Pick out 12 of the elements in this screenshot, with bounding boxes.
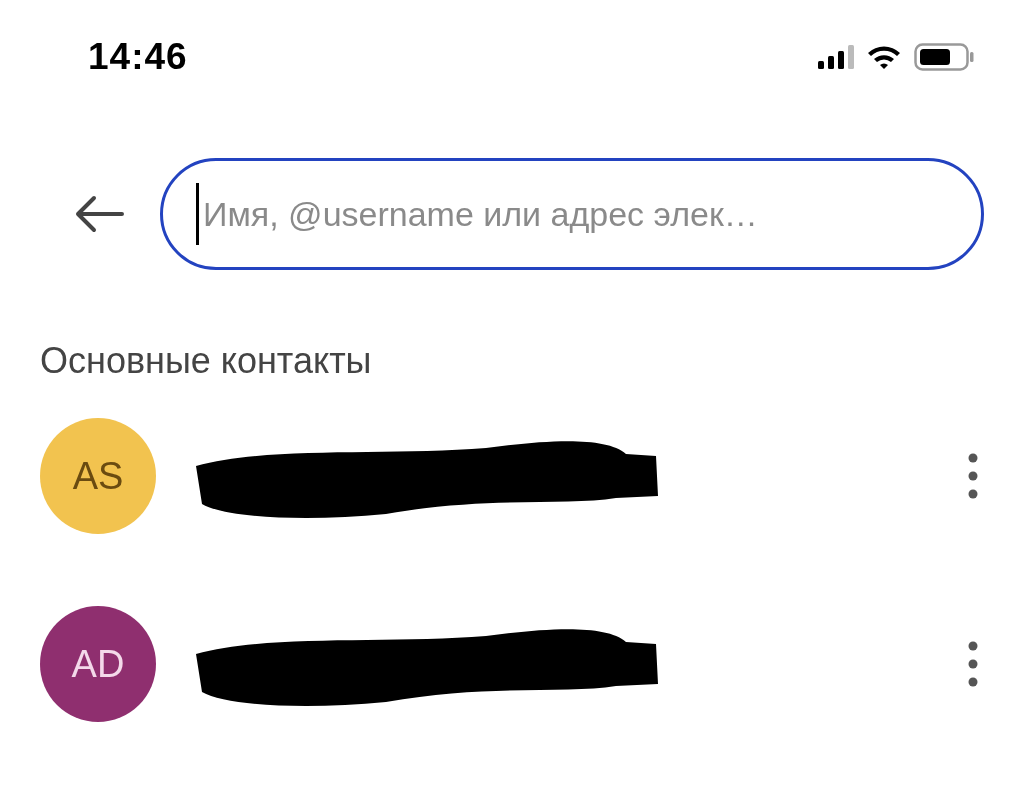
section-heading: Основные контакты xyxy=(39,339,373,382)
contact-avatar: AS xyxy=(40,418,156,534)
signal-icon xyxy=(818,45,854,69)
back-arrow-icon[interactable] xyxy=(74,195,124,233)
battery-icon xyxy=(914,43,974,71)
more-options-icon[interactable] xyxy=(968,453,978,499)
contact-avatar: AD xyxy=(40,606,156,722)
text-cursor xyxy=(196,183,199,245)
wifi-icon xyxy=(866,44,902,70)
search-field[interactable]: Имя, @username или адрес элек… xyxy=(160,158,984,270)
status-time: 14:46 xyxy=(88,36,188,78)
more-options-icon[interactable] xyxy=(968,641,978,687)
